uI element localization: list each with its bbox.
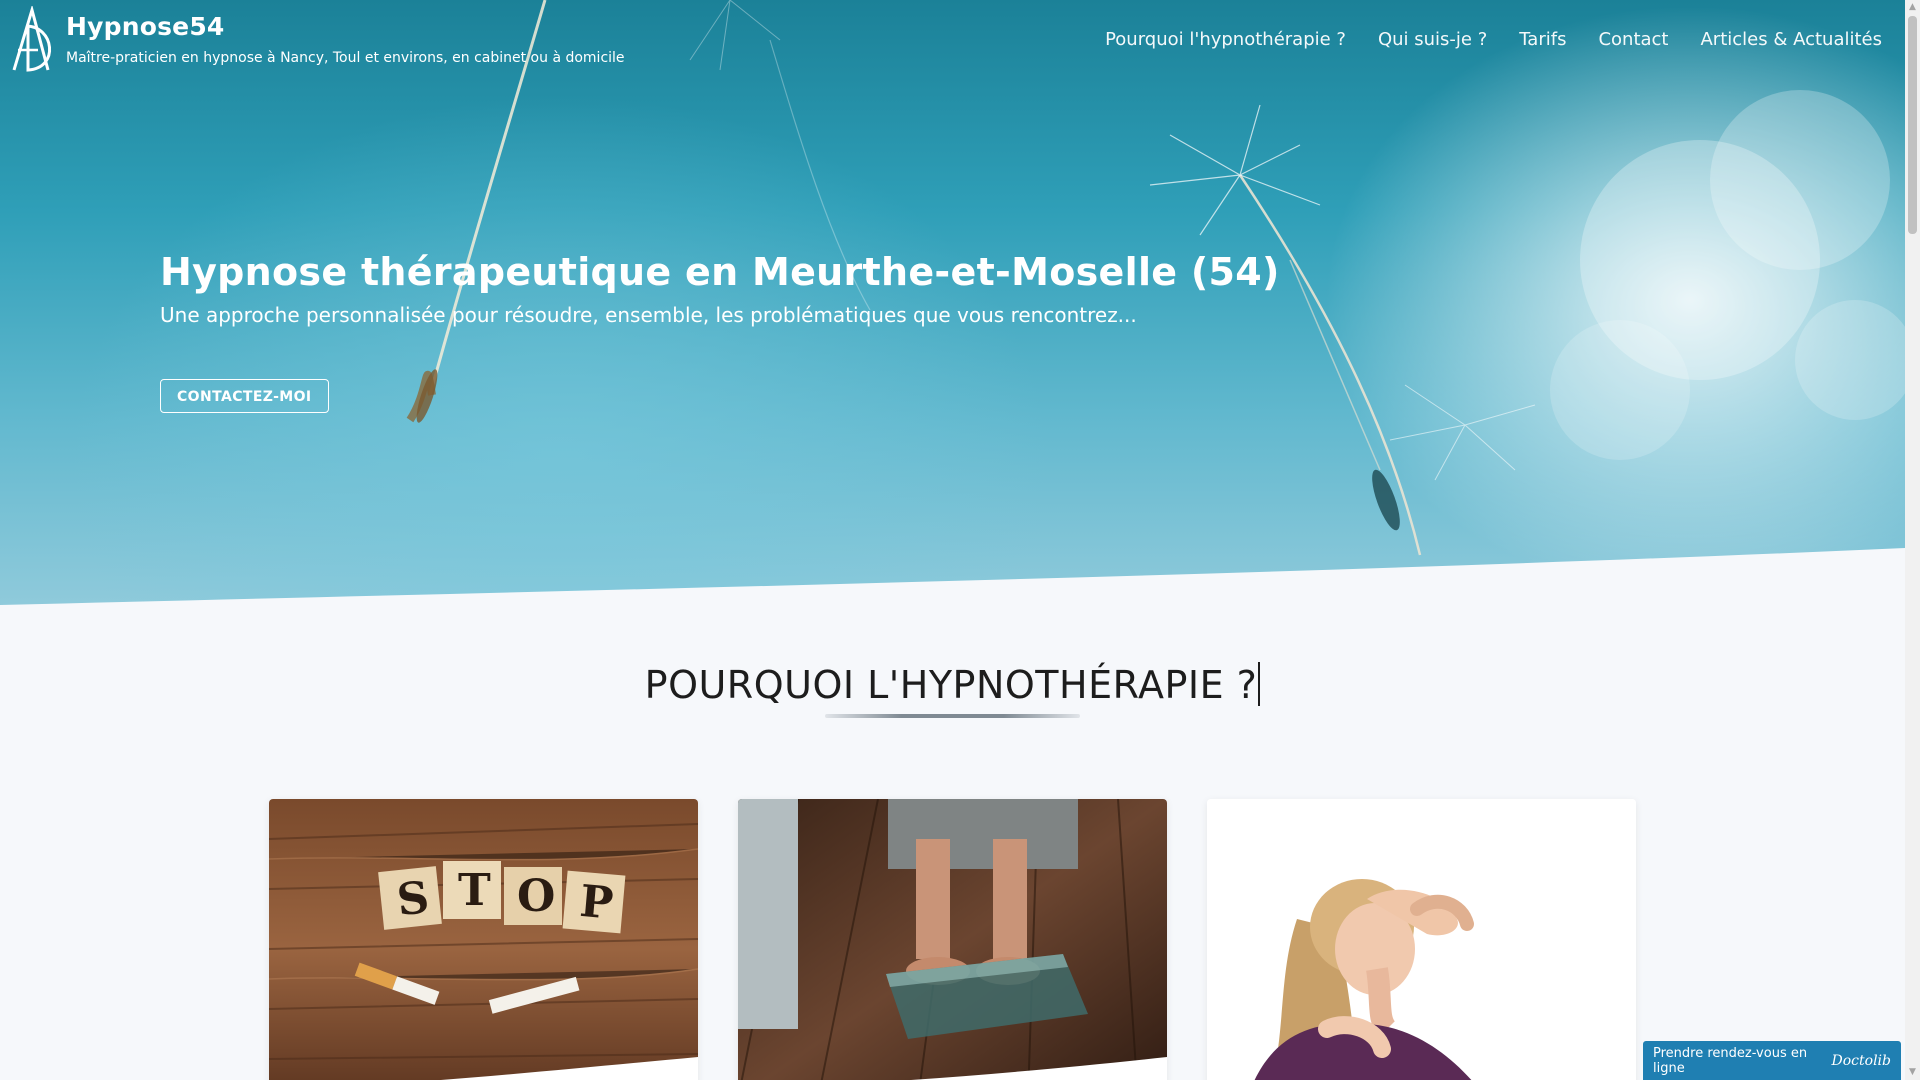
bathroom-scale-photo: [738, 799, 1167, 1080]
hero-subtitle: Une approche personnalisée pour résoudre…: [160, 303, 1137, 327]
nav-item-pourquoi[interactable]: Pourquoi l'hypnothérapie ?: [1105, 29, 1346, 51]
card-stress[interactable]: [1207, 799, 1636, 1080]
section-title: POURQUOI L'HYPNOTHÉRAPIE ?: [0, 662, 1905, 707]
stop-smoking-photo: S T O P: [269, 799, 698, 1080]
booking-label: Prendre rendez-vous en ligne: [1653, 1045, 1808, 1076]
card-stop-smoking[interactable]: S T O P: [269, 799, 698, 1080]
contact-me-button[interactable]: CONTACTEZ-MOI: [160, 379, 329, 413]
card-weight-loss[interactable]: [738, 799, 1167, 1080]
main-nav: Pourquoi l'hypnothérapie ? Qui suis-je ?…: [1105, 29, 1882, 51]
scroll-down-arrow-icon[interactable]: ▼: [1905, 1065, 1920, 1080]
page: Hypnose54 Maître-praticien en hypnose à …: [0, 0, 1905, 1080]
tile-letter-p: P: [578, 876, 615, 930]
nav-item-qui-suis-je[interactable]: Qui suis-je ?: [1378, 29, 1487, 51]
nav-item-articles[interactable]: Articles & Actualités: [1700, 29, 1882, 51]
scrollbar-thumb[interactable]: [1908, 16, 1917, 234]
brand-name[interactable]: Hypnose54: [66, 12, 225, 41]
scroll-up-arrow-icon[interactable]: ▲: [1905, 0, 1920, 15]
booking-widget[interactable]: Prendre rendez-vous en ligne Doctolib: [1643, 1041, 1901, 1080]
tile-letter-s: S: [395, 872, 432, 926]
tile-letter-o: O: [517, 871, 555, 922]
nav-item-tarifs[interactable]: Tarifs: [1519, 29, 1566, 51]
text-caret: [1258, 662, 1261, 706]
hero-banner: Hypnose54 Maître-praticien en hypnose à …: [0, 0, 1905, 605]
nav-item-contact[interactable]: Contact: [1598, 29, 1668, 51]
vertical-scrollbar[interactable]: ▲ ▼: [1905, 0, 1920, 1080]
section-title-text: POURQUOI L'HYPNOTHÉRAPIE ?: [644, 663, 1258, 707]
section-underline: [825, 714, 1080, 718]
ad-monogram-logo: [12, 6, 52, 72]
doctolib-logo: Doctolib: [1831, 1052, 1891, 1069]
stress-headache-photo: [1207, 799, 1636, 1080]
hero-title: Hypnose thérapeutique en Meurthe-et-Mose…: [160, 250, 1280, 294]
tile-letter-t: T: [458, 865, 491, 916]
brand-tagline: Maître-praticien en hypnose à Nancy, Tou…: [66, 50, 625, 66]
